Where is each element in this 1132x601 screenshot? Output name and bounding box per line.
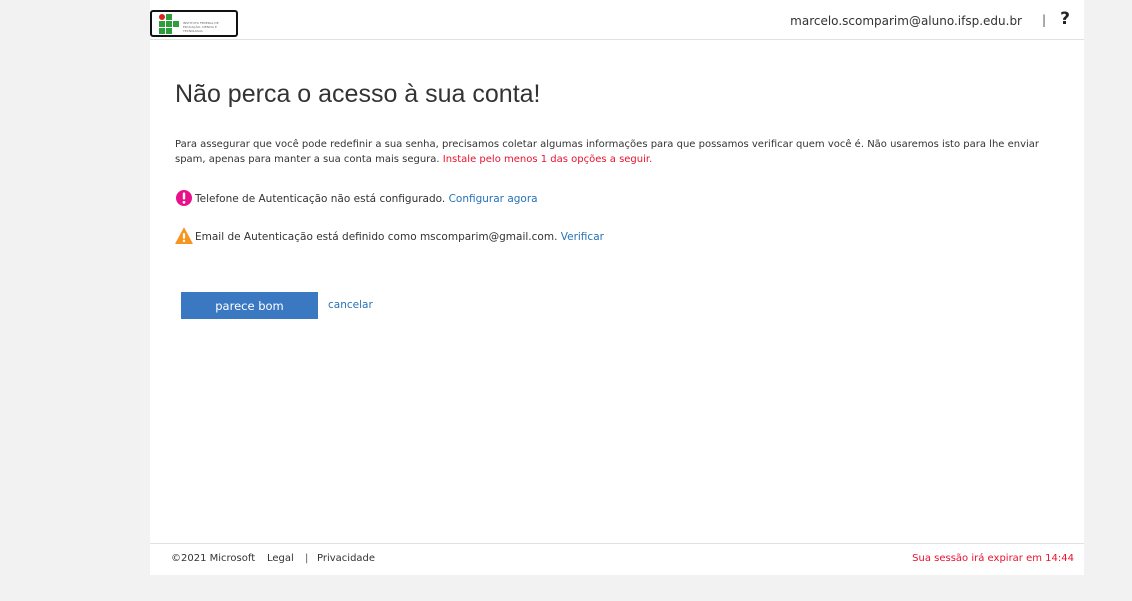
legal-link[interactable]: Legal bbox=[267, 553, 294, 564]
warning-icon bbox=[175, 227, 193, 244]
error-icon bbox=[176, 190, 192, 206]
logo-text: INSTITUTO FEDERAL DE EDUCAÇÃO, CIÊNCIA E… bbox=[183, 21, 219, 33]
email-status-message: Email de Autenticação está definido como… bbox=[195, 231, 561, 243]
logo-square bbox=[166, 28, 172, 34]
verify-link[interactable]: Verificar bbox=[561, 231, 604, 243]
email-status-text: Email de Autenticação está definido como… bbox=[195, 231, 604, 243]
phone-status-text: Telefone de Autenticação não está config… bbox=[195, 193, 538, 205]
logo-square bbox=[173, 21, 179, 27]
user-email: marcelo.scomparim@aluno.ifsp.edu.br bbox=[790, 14, 1022, 28]
logo-red-dot bbox=[159, 14, 165, 20]
logo-square bbox=[159, 28, 165, 34]
page-container: INSTITUTO FEDERAL DE EDUCAÇÃO, CIÊNCIA E… bbox=[150, 0, 1084, 575]
intro-paragraph: Para assegurar que você pode redefinir a… bbox=[175, 137, 1055, 167]
looks-good-button[interactable]: parece bom bbox=[181, 292, 318, 319]
session-expiry-notice: Sua sessão irá expirar em 14:44 bbox=[912, 553, 1074, 564]
footer-separator: | bbox=[305, 553, 309, 564]
header: INSTITUTO FEDERAL DE EDUCAÇÃO, CIÊNCIA E… bbox=[150, 0, 1084, 40]
copyright-text: ©2021 Microsoft bbox=[171, 553, 256, 564]
privacy-link[interactable]: Privacidade bbox=[317, 553, 375, 564]
header-separator: | bbox=[1041, 13, 1046, 27]
page-title: Não perca o acesso à sua conta! bbox=[175, 80, 541, 108]
ifsp-logo-icon bbox=[159, 14, 181, 34]
help-icon[interactable]: ? bbox=[1060, 9, 1070, 29]
intro-warning: Instale pelo menos 1 das opções a seguir… bbox=[442, 154, 653, 165]
cancel-link[interactable]: cancelar bbox=[328, 299, 373, 311]
logo-square bbox=[166, 21, 172, 27]
logo-square bbox=[159, 21, 165, 27]
footer: ©2021 Microsoft Legal | Privacidade Sua … bbox=[150, 543, 1084, 576]
organization-logo: INSTITUTO FEDERAL DE EDUCAÇÃO, CIÊNCIA E… bbox=[150, 10, 238, 37]
phone-status-message: Telefone de Autenticação não está config… bbox=[195, 193, 449, 205]
logo-square bbox=[166, 14, 172, 20]
configure-now-link[interactable]: Configurar agora bbox=[449, 193, 538, 205]
